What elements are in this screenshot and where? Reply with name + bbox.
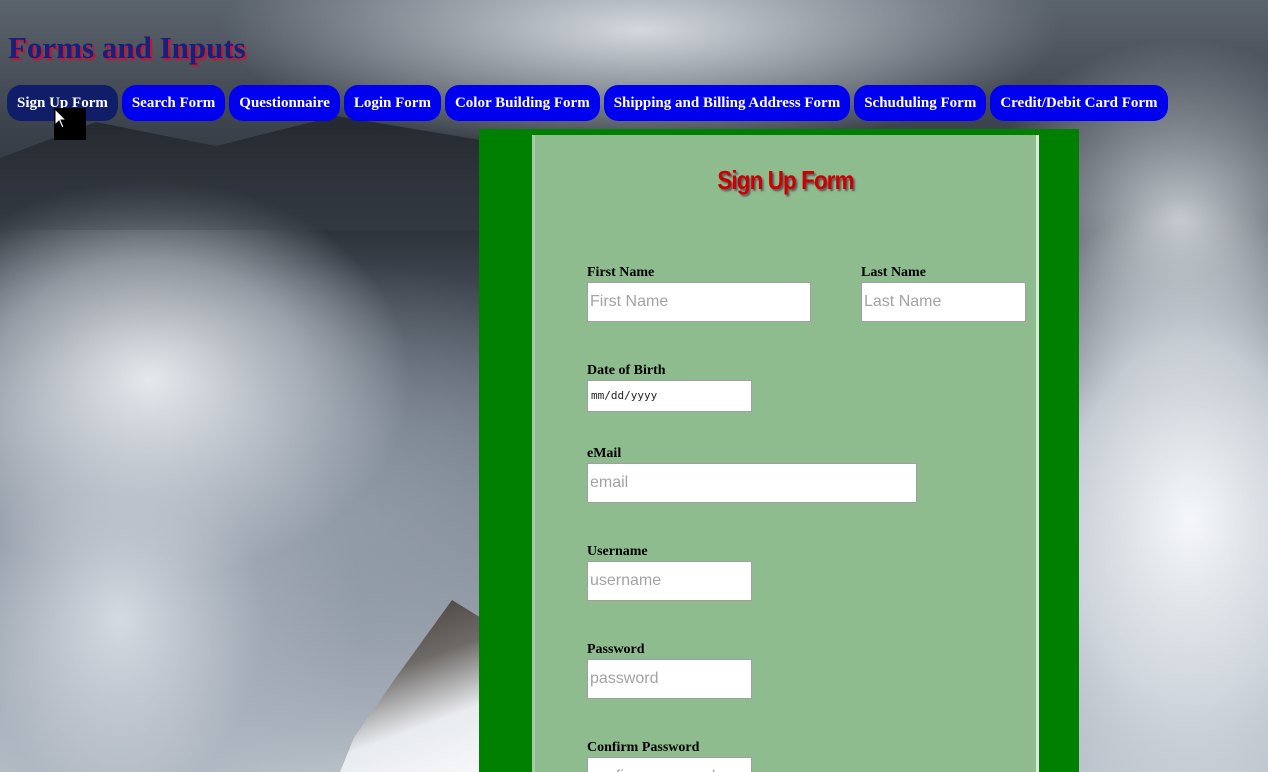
nav-login-form[interactable]: Login Form [343, 85, 441, 121]
signup-form-panel: Sign Up Form First Name Last Name Date o… [532, 135, 1039, 772]
confirm-password-label: Confirm Password [587, 740, 700, 755]
mouse-pointer-icon [54, 107, 86, 140]
nav-credit-debit-form[interactable]: Credit/Debit Card Form [990, 85, 1168, 121]
first-name-label: First Name [587, 265, 655, 280]
form-frame: Sign Up Form First Name Last Name Date o… [479, 129, 1079, 772]
username-label: Username [587, 544, 648, 559]
nav-scheduling-form[interactable]: Schuduling Form [854, 85, 987, 121]
first-name-input[interactable] [587, 282, 811, 322]
email-label: eMail [587, 446, 622, 461]
dob-label: Date of Birth [587, 363, 666, 378]
site-title: Forms and Inputs [8, 30, 246, 65]
background-ridge [340, 600, 480, 772]
nav-shipping-billing-form[interactable]: Shipping and Billing Address Form [603, 85, 851, 121]
nav-search-form[interactable]: Search Form [121, 85, 226, 121]
last-name-input[interactable] [861, 282, 1026, 322]
password-input[interactable] [587, 659, 752, 699]
main-nav: Sign Up Form Search Form Questionnaire L… [7, 85, 1168, 121]
last-name-label: Last Name [861, 265, 926, 280]
password-label: Password [587, 642, 645, 657]
nav-questionnaire[interactable]: Questionnaire [229, 85, 340, 121]
dob-date-input[interactable]: mm/dd/yyyy [587, 380, 752, 412]
form-title: Sign Up Form [717, 165, 854, 195]
email-input[interactable] [587, 463, 917, 503]
username-input[interactable] [587, 561, 752, 601]
nav-color-building-form[interactable]: Color Building Form [444, 85, 600, 121]
confirm-password-input[interactable] [587, 757, 752, 772]
